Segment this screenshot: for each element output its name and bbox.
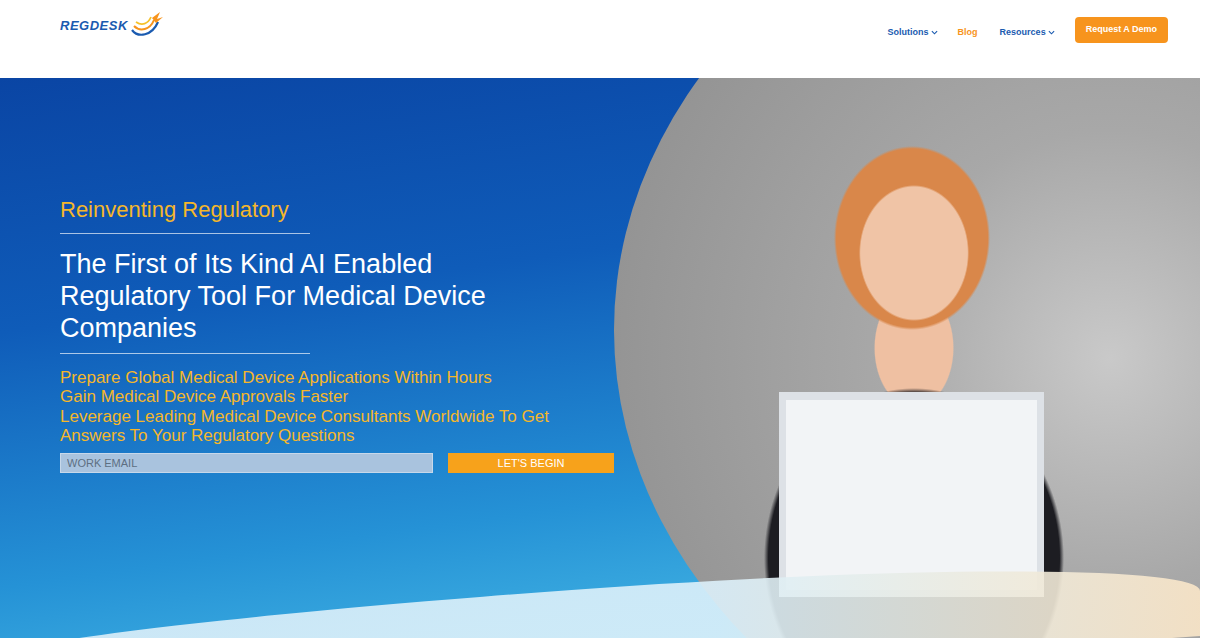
benefit-item: Leverage Leading Medical Device Consulta… xyxy=(60,407,605,446)
nav-link[interactable]: Solutions xyxy=(888,26,938,40)
dropdown-indicator xyxy=(931,29,938,36)
chevron-down-icon xyxy=(931,29,938,36)
benefit-list: Prepare Global Medical Device Applicatio… xyxy=(60,368,605,446)
nav-label: Solutions xyxy=(888,26,929,40)
chevron-down-icon xyxy=(1048,29,1055,36)
nav-link[interactable]: Blog xyxy=(958,26,980,40)
benefit-item: Prepare Global Medical Device Applicatio… xyxy=(60,368,605,388)
main-nav: Solutions Blog Resources Request A Demo xyxy=(888,10,1168,43)
dropdown-indicator xyxy=(1048,29,1055,36)
lets-begin-button[interactable]: LET'S BEGIN xyxy=(448,453,614,474)
request-demo-button[interactable]: Request A Demo xyxy=(1075,17,1168,43)
nav-label: Blog xyxy=(958,26,978,40)
email-field[interactable] xyxy=(60,453,433,473)
hero-wave xyxy=(0,546,1200,638)
benefit-item: Gain Medical Device Approvals Faster xyxy=(60,387,605,407)
hero-eyebrow: Reinventing Regulatory xyxy=(60,196,614,225)
logo-text: REGDESK xyxy=(60,16,128,36)
hero-title: The First of Its Kind AI Enabled Regulat… xyxy=(60,248,560,345)
bird-logo-icon xyxy=(130,8,164,38)
divider xyxy=(60,233,310,234)
nav-label: Resources xyxy=(1000,26,1046,40)
nav-link[interactable]: Resources xyxy=(1000,26,1055,40)
hero: Reinventing Regulatory The First of Its K… xyxy=(0,78,1200,638)
signup-form: LET'S BEGIN xyxy=(60,453,614,474)
hero-photo xyxy=(614,78,1200,638)
divider xyxy=(60,353,310,354)
site-header: REGDESK Solutions Blog Resources Request A … xyxy=(0,0,1216,78)
hero-text: Reinventing Regulatory The First of Its K… xyxy=(0,78,614,638)
logo[interactable]: REGDESK xyxy=(60,10,164,38)
